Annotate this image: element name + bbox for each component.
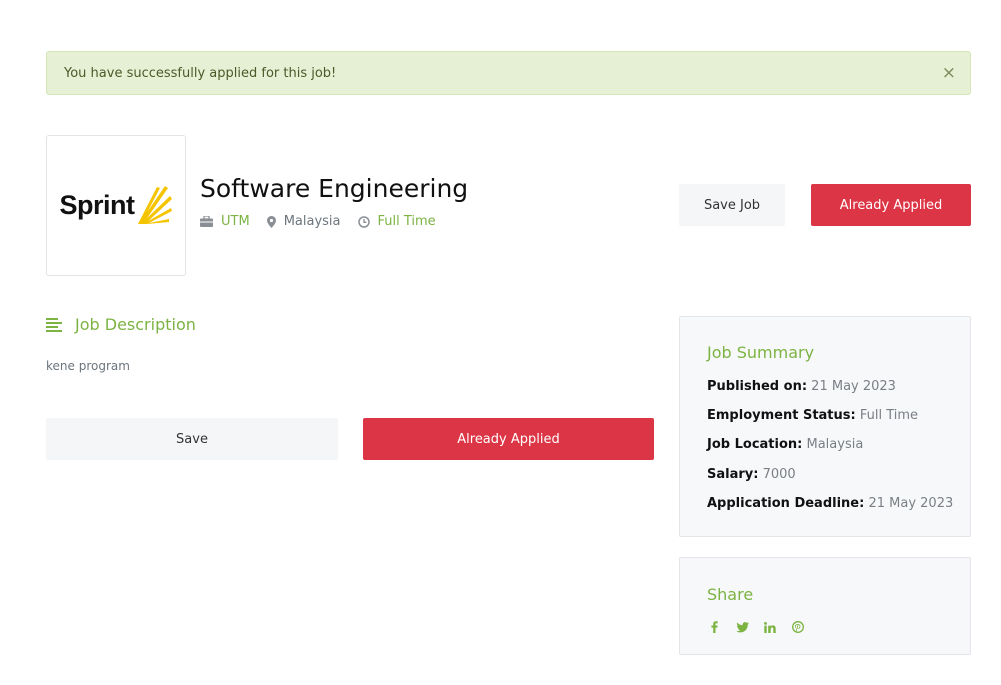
already-applied-button[interactable]: Already Applied: [811, 184, 971, 226]
summary-location: Job Location: Malaysia: [707, 437, 863, 452]
job-description-heading: Job Description: [46, 315, 196, 334]
close-icon[interactable]: ×: [942, 63, 956, 83]
company-name: UTM: [221, 214, 250, 229]
summary-value: Malaysia: [806, 437, 864, 452]
job-type: Full Time: [377, 214, 436, 229]
job-location: Malaysia: [283, 214, 341, 229]
summary-value: 21 May 2023: [868, 496, 954, 511]
summary-salary: Salary: 7000: [707, 467, 796, 482]
job-description-text: kene program: [46, 359, 130, 373]
summary-employment-status: Employment Status: Full Time: [707, 408, 918, 423]
job-summary-card: Job Summary Published on: 21 May 2023 Em…: [679, 316, 971, 537]
briefcase-icon: [200, 216, 213, 227]
share-icons: [707, 620, 819, 634]
save-job-button[interactable]: Save Job: [679, 184, 785, 226]
clock-icon: [357, 215, 370, 228]
summary-published: Published on: 21 May 2023: [707, 379, 896, 394]
summary-label: Salary:: [707, 467, 759, 482]
summary-label: Employment Status:: [707, 408, 856, 423]
summary-label: Application Deadline:: [707, 496, 865, 511]
summary-label: Published on:: [707, 379, 808, 394]
linkedin-icon[interactable]: [763, 620, 777, 634]
alert-message: You have successfully applied for this j…: [64, 65, 337, 81]
logo-text: Sprint: [59, 190, 136, 220]
share-card: Share: [679, 557, 971, 655]
meta-type: Full Time: [357, 214, 436, 229]
save-button[interactable]: Save: [46, 418, 338, 460]
company-logo: Sprint: [46, 135, 186, 276]
summary-deadline: Application Deadline: 21 May 2023: [707, 496, 953, 511]
job-title: Software Engineering: [200, 174, 469, 203]
success-alert: You have successfully applied for this j…: [46, 51, 971, 95]
twitter-icon[interactable]: [735, 620, 749, 634]
meta-location: Malaysia: [266, 214, 341, 229]
share-title: Share: [707, 585, 754, 604]
summary-value: 7000: [762, 467, 796, 482]
pinterest-icon[interactable]: [791, 620, 805, 634]
align-left-icon: [46, 317, 62, 332]
sprint-burst-icon: [137, 185, 172, 224]
summary-value: 21 May 2023: [811, 379, 896, 394]
map-marker-icon: [266, 215, 276, 228]
job-summary-title: Job Summary: [707, 343, 815, 362]
job-description-title: Job Description: [75, 315, 196, 334]
summary-value: Full Time: [859, 408, 919, 423]
facebook-icon[interactable]: [707, 620, 721, 634]
job-meta: UTM Malaysia Full Time: [200, 214, 453, 229]
meta-company: UTM: [200, 214, 250, 229]
already-applied-bottom-button[interactable]: Already Applied: [363, 418, 654, 460]
summary-label: Job Location:: [707, 437, 803, 452]
